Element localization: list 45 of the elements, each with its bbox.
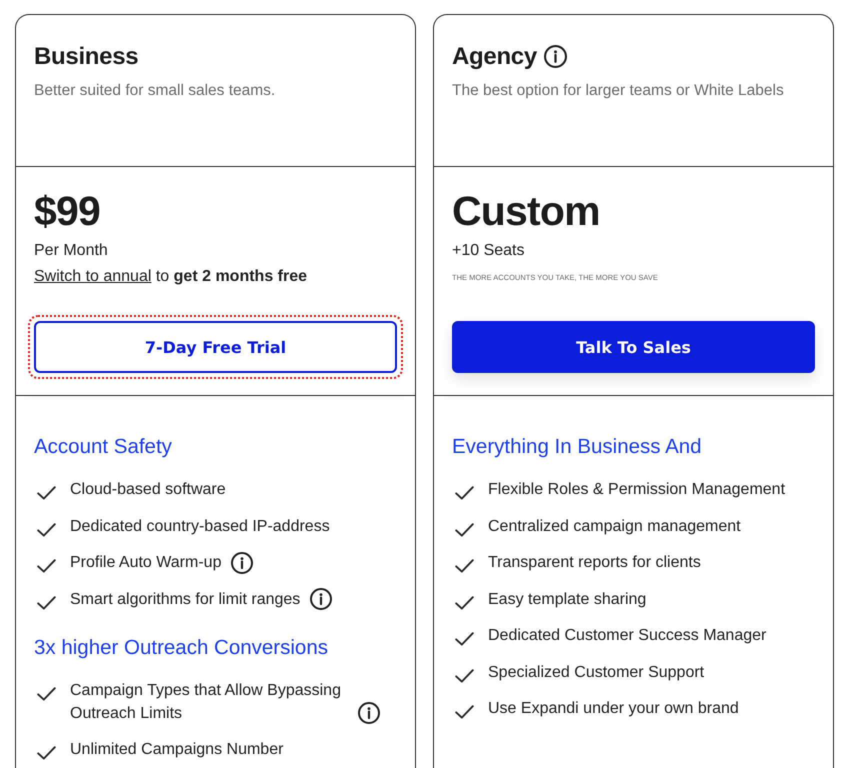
info-icon[interactable] — [231, 552, 254, 574]
check-icon — [455, 522, 474, 536]
switch-to-annual-link[interactable]: Switch to annual — [34, 268, 152, 285]
feature-group-title: 3x higher Outreach Conversions — [34, 634, 328, 660]
check-icon — [455, 632, 474, 646]
billing-period: Per Month — [34, 241, 108, 261]
plan-description: Better suited for small sales teams. — [34, 81, 276, 101]
feature-text: Campaign Types that Allow Bypassing Outreach Limits — [70, 680, 342, 724]
feature-text: Dedicated country-based IP-address — [70, 516, 330, 536]
check-icon — [455, 559, 474, 573]
check-icon — [455, 486, 474, 500]
feature-group-title: Everything In Business And — [452, 434, 702, 460]
check-icon — [455, 596, 474, 610]
plan-button[interactable]: 7-Day Free Trial — [34, 321, 397, 373]
feature-group-title: Account Safety — [34, 434, 172, 460]
feature-text: Cloud-based software — [70, 480, 226, 500]
plan-title: Business — [34, 42, 138, 72]
plan-button[interactable]: Talk To Sales — [452, 321, 815, 373]
check-icon — [37, 522, 56, 536]
feature-text: Use Expandi under your own brand — [488, 699, 739, 719]
check-icon — [455, 668, 474, 682]
feature-text: Transparent reports for clients — [488, 553, 701, 573]
plan-title: Agency — [452, 42, 537, 72]
feature-text: Unlimited Campaigns Number — [70, 740, 284, 760]
info-icon[interactable] — [544, 45, 567, 68]
check-icon — [37, 596, 56, 610]
feature-text: Smart algorithms for limit ranges — [70, 590, 300, 610]
plan-price: Custom — [452, 189, 600, 233]
check-icon — [37, 559, 56, 573]
info-icon[interactable] — [310, 588, 332, 610]
check-icon — [37, 486, 56, 500]
check-icon — [455, 705, 474, 719]
plan-description: The best option for larger teams or White Labels — [452, 81, 784, 101]
feature-text: Specialized Customer Support — [488, 662, 704, 682]
check-icon — [37, 686, 56, 700]
check-icon — [37, 746, 56, 760]
feature-text: Flexible Roles & Permission Management — [488, 480, 786, 500]
feature-text: Centralized campaign management — [488, 516, 741, 536]
plan-price: $99 — [34, 189, 100, 233]
feature-text: Profile Auto Warm-up — [70, 553, 222, 573]
feature-text: Dedicated Customer Success Manager — [488, 626, 766, 646]
annual-offer-text: Switch to annual to get 2 months free — [34, 267, 308, 287]
info-icon[interactable] — [358, 702, 380, 724]
feature-text: Easy template sharing — [488, 590, 646, 610]
billing-period: +10 Seats — [452, 241, 524, 261]
